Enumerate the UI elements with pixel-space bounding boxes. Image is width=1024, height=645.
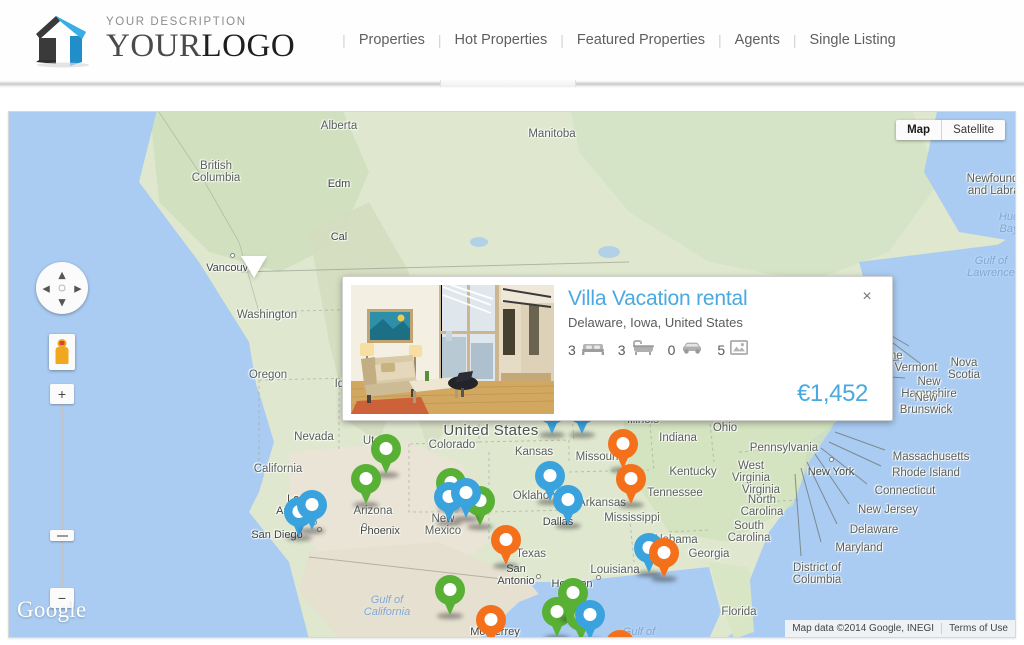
map-marker-pin[interactable] (616, 464, 646, 508)
nav-properties[interactable]: Properties (359, 32, 425, 48)
map-canvas[interactable]: Alberta Manitoba British Columbia Edm Cal Newf… (9, 112, 1015, 637)
property-specs: 3 3 0 5 (568, 340, 884, 360)
pin-hole (561, 493, 575, 506)
pan-left-icon[interactable]: ◂ (43, 282, 50, 295)
nav-separator-2: | (560, 32, 564, 48)
logo-name-bold: LOGO (201, 28, 296, 65)
pin-hole (543, 469, 557, 482)
pin-hole (443, 583, 457, 596)
spec-parking: 0 (668, 341, 705, 360)
pin-hole (566, 586, 580, 599)
nav-separator-4: | (792, 32, 797, 48)
map-type-map-button[interactable]: Map (896, 120, 943, 140)
pin-hole (484, 613, 498, 626)
pan-center-icon[interactable] (58, 284, 66, 292)
logo-text: YOUR DESCRIPTION YOURLOGO (106, 15, 295, 64)
site-logo[interactable]: YOUR DESCRIPTION YOURLOGO (30, 12, 295, 68)
nav-hot-properties[interactable]: Hot Properties (455, 32, 548, 48)
info-window[interactable]: Villa Vacation rental Delaware, Iowa, Un… (342, 276, 893, 421)
pan-down-icon[interactable]: ▾ (59, 295, 66, 308)
photo-icon (730, 340, 749, 360)
map-marker-pin[interactable] (451, 478, 481, 522)
pin-hole (359, 472, 373, 485)
nav-single-listing[interactable]: Single Listing (809, 32, 895, 48)
car-icon (680, 341, 704, 360)
property-photo[interactable] (351, 285, 554, 414)
house-logo-icon (30, 12, 92, 68)
spec-photos-value: 5 (717, 342, 726, 359)
google-logo: Google (17, 597, 87, 622)
pin-hole (459, 486, 473, 499)
map-marker-pin[interactable] (649, 538, 679, 582)
map-marker-pin[interactable] (435, 575, 465, 619)
city-dot-vancouver (230, 253, 235, 258)
street-view-pegman[interactable] (49, 334, 75, 370)
info-window-pointer (241, 256, 267, 278)
logo-name-light: YOUR (106, 28, 202, 65)
page-root: YOUR DESCRIPTION YOURLOGO | Properties |… (0, 0, 1024, 645)
pin-hole (624, 472, 638, 485)
nav-separator-1: | (437, 32, 442, 48)
property-location: Delaware, Iowa, United States (568, 315, 743, 331)
zoom-slider-handle[interactable] (50, 530, 74, 541)
zoom-slider-track[interactable] (61, 398, 63, 598)
pin-hole (305, 498, 319, 511)
info-window-body: Villa Vacation rental Delaware, Iowa, Un… (554, 285, 884, 412)
bed-icon (581, 341, 605, 360)
main-navigation: | Properties | Hot Properties | Featured… (329, 32, 896, 48)
header-tab-accent (440, 80, 576, 87)
pin-hole (657, 546, 671, 559)
map-attribution-bar: Map data ©2014 Google, INEGI Terms of Us… (785, 620, 1015, 637)
map-marker-pin[interactable] (491, 525, 521, 569)
map-container[interactable]: Alberta Manitoba British Columbia Edm Cal Newf… (8, 111, 1016, 638)
spec-bedrooms: 3 (568, 341, 605, 360)
logo-description: YOUR DESCRIPTION (106, 15, 247, 28)
nav-separator-0: | (342, 32, 346, 48)
city-dot-newyork (829, 457, 834, 462)
pan-up-icon[interactable]: ▴ (59, 268, 66, 281)
spec-photos: 5 (717, 340, 749, 360)
nav-featured-properties[interactable]: Featured Properties (577, 32, 705, 48)
map-marker-pin[interactable] (476, 605, 506, 637)
nav-separator-3: | (718, 32, 722, 48)
map-marker-pin[interactable] (605, 630, 635, 637)
map-marker-pin[interactable] (553, 485, 583, 529)
spec-bathrooms-value: 3 (617, 342, 626, 359)
pin-hole (583, 608, 597, 621)
map-marker-pin[interactable] (575, 600, 605, 637)
property-title[interactable]: Villa Vacation rental (568, 287, 884, 310)
spec-bathrooms: 3 (618, 340, 655, 360)
spec-bedrooms-value: 3 (568, 342, 576, 359)
map-data-attribution: Map data ©2014 Google, INEGI (792, 623, 935, 634)
map-marker-pin[interactable] (351, 464, 381, 508)
map-type-control[interactable]: Map Satellite (896, 120, 1005, 140)
map-type-satellite-button[interactable]: Satellite (942, 120, 1005, 140)
city-dot-houston (596, 575, 601, 580)
logo-name: YOURLOGO (106, 30, 295, 63)
nav-agents[interactable]: Agents (735, 32, 780, 48)
pan-right-icon[interactable]: ▸ (74, 282, 81, 295)
pin-hole (379, 442, 393, 455)
pin-body (605, 630, 635, 637)
pegman-face (59, 341, 65, 345)
zoom-in-button[interactable]: + (50, 384, 74, 404)
pin-hole (499, 533, 513, 546)
spec-parking-value: 0 (667, 342, 676, 359)
property-price: €1,452 (796, 380, 868, 407)
city-dot-sanantonio (536, 574, 541, 579)
terms-of-use-link[interactable]: Terms of Use (941, 623, 1015, 634)
map-pan-control[interactable]: ▴ ▾ ◂ ▸ (36, 262, 88, 314)
city-dot-phoenix (362, 523, 367, 528)
pin-hole (616, 437, 630, 450)
bathtub-icon (631, 340, 655, 360)
site-header: YOUR DESCRIPTION YOURLOGO | Properties |… (0, 0, 1024, 80)
map-marker-pin[interactable] (297, 490, 327, 534)
close-icon[interactable]: × (858, 289, 876, 307)
pegman-body (55, 347, 69, 364)
